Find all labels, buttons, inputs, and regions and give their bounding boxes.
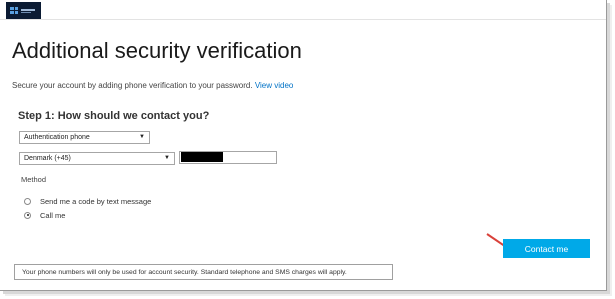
call-me-label: Call me xyxy=(40,210,66,220)
logo-text xyxy=(21,9,35,11)
contact-method-select[interactable]: Authentication phone ▼ xyxy=(19,131,150,144)
microsoft-logo[interactable] xyxy=(6,2,41,19)
contact-method-value: Authentication phone xyxy=(24,134,90,141)
windows-logo-icon xyxy=(10,7,18,14)
subtitle-text: Secure your account by adding phone veri… xyxy=(12,81,253,90)
dropdown-arrow-icon: ▼ xyxy=(139,134,145,140)
contact-me-button[interactable]: Contact me xyxy=(503,239,590,258)
page-subtitle: Secure your account by adding phone veri… xyxy=(12,81,293,90)
phone-usage-notice: Your phone numbers will only be used for… xyxy=(14,264,393,280)
method-label: Method xyxy=(21,175,47,184)
step1-title: Step 1: How should we contact you? xyxy=(18,110,210,122)
country-select[interactable]: Denmark (+45) ▼ xyxy=(19,152,175,165)
text-message-option[interactable]: Send me a code by text message xyxy=(24,196,151,206)
text-message-radio[interactable] xyxy=(24,197,31,205)
logo-text-secondary xyxy=(21,12,31,13)
text-message-label: Send me a code by text message xyxy=(40,196,152,206)
call-me-radio[interactable] xyxy=(24,211,31,219)
top-bar xyxy=(0,0,606,20)
page-container: Additional security verification Secure … xyxy=(0,0,607,291)
dropdown-arrow-icon: ▼ xyxy=(164,155,170,161)
view-video-link[interactable]: View video xyxy=(255,81,294,90)
redacted-phone-number xyxy=(181,152,223,162)
call-me-option[interactable]: Call me xyxy=(24,210,65,220)
page-title: Additional security verification xyxy=(12,38,302,63)
country-value: Denmark (+45) xyxy=(24,155,71,162)
